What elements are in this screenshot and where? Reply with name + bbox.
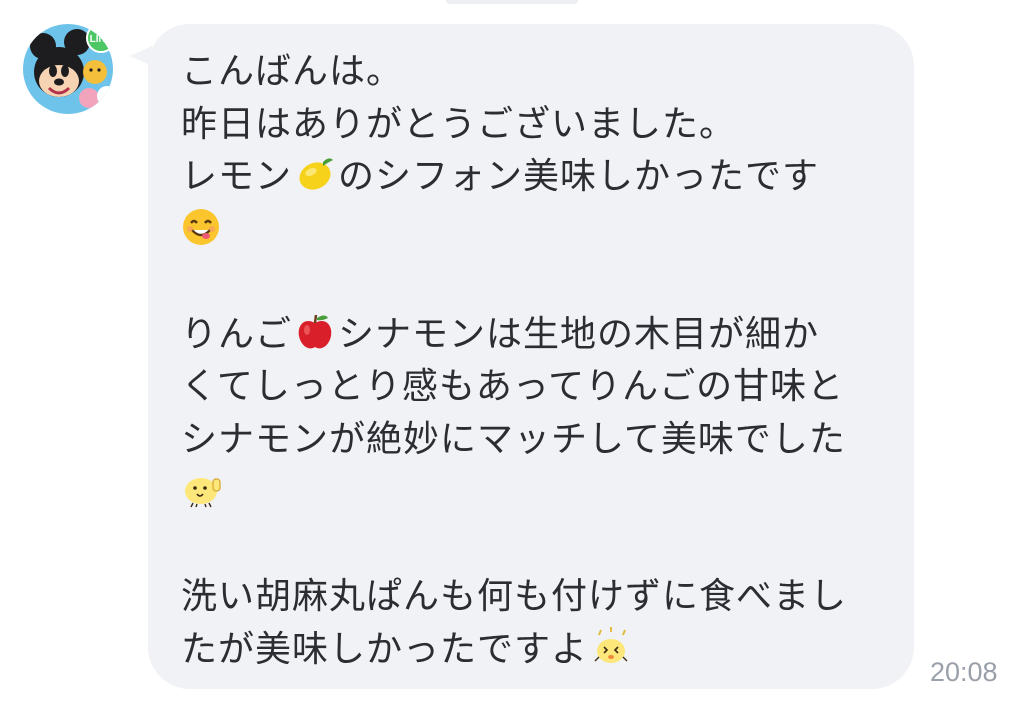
message-line: こんばんは。: [181, 51, 404, 92]
red-apple-emoji-icon: [298, 314, 332, 348]
chick-sparkle-sticker-icon: [594, 626, 628, 663]
message-line: 昨日はありがとうございました。: [181, 103, 737, 145]
sender-avatar[interactable]: LINE: [23, 24, 113, 114]
smiling-face-emoji-icon: [183, 208, 219, 245]
chat-view: LINE こんばんは。 昨日はありがとうございました。 レモン のシフォン美味し…: [0, 0, 1024, 710]
message-text: こんばんは。 昨日はありがとうございました。 レモン のシフォン美味しかったです…: [181, 46, 881, 676]
message-line-part: のシフォン美味しかったです: [338, 156, 820, 197]
line-badge-text: LINE: [90, 34, 113, 45]
message-line-part: りんご: [181, 313, 293, 355]
message-line-part: たが美味しかったですよ: [181, 628, 589, 670]
previous-message-edge: [445, 0, 579, 4]
message-line: たが美味しかったですよ: [181, 624, 881, 677]
message-timestamp: 20:08: [930, 657, 998, 687]
chick-thumbs-up-sticker-icon: [185, 478, 221, 508]
message-line: レモン のシフォン美味しかったです: [181, 151, 881, 204]
message-line: くてしっとり感もあってりんごの甘味と: [181, 366, 845, 407]
message-line: [181, 466, 881, 519]
message-line: 洗い胡麻丸ぱんも何も付けずに食べまし: [181, 576, 848, 617]
message-line: シナモンが絶妙にマッチして美味でした: [181, 418, 846, 460]
message-line: りんご シナモンは生地の木目が細か: [181, 309, 881, 362]
lemon-emoji-icon: [299, 158, 334, 190]
message-line: [181, 204, 881, 257]
message-line-part: シナモンは生地の木目が細か: [338, 313, 820, 355]
tsum-tsum-avatar-icon: LINE: [23, 24, 113, 114]
message-line-part: レモン: [181, 156, 293, 197]
